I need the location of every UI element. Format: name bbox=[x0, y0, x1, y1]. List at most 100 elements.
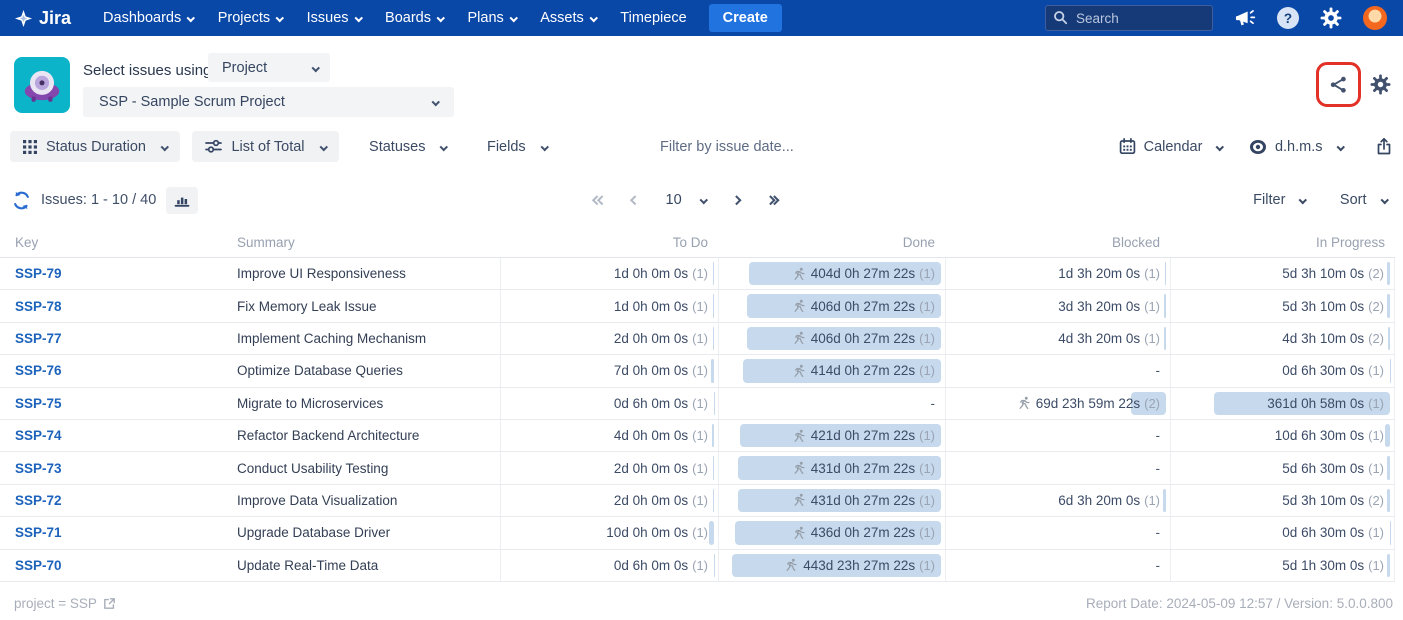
user-avatar[interactable] bbox=[1363, 6, 1387, 30]
cell-in-progress: 5d 3h 10m 0s(2) bbox=[1170, 290, 1395, 321]
cell-summary: Conduct Usability Testing bbox=[230, 452, 500, 483]
navbar-menu-plans[interactable]: Plans bbox=[457, 4, 526, 32]
issue-source-value: Project bbox=[222, 60, 267, 76]
issue-key-link[interactable]: SSP-76 bbox=[15, 363, 62, 378]
issues-table: KeySummaryTo DoDoneBlockedIn Progress SS… bbox=[0, 228, 1395, 582]
issue-key-link[interactable]: SSP-71 bbox=[15, 525, 62, 540]
cell-in-progress: 4d 3h 10m 0s(2) bbox=[1170, 323, 1395, 354]
cell-summary: Migrate to Microservices bbox=[230, 388, 500, 419]
cell-blocked: 4d 3h 20m 0s(1) bbox=[945, 323, 1170, 354]
sort-dropdown[interactable]: Sort bbox=[1340, 192, 1387, 208]
issues-range-label: Issues: 1 - 10 / 40 bbox=[41, 192, 156, 208]
cell-done: 414d 0h 27m 22s(1) bbox=[718, 355, 945, 386]
navbar-right: ? bbox=[1045, 5, 1403, 31]
runner-icon bbox=[792, 364, 806, 378]
navbar-menu-dashboards[interactable]: Dashboards bbox=[93, 4, 204, 32]
create-button[interactable]: Create bbox=[709, 4, 782, 32]
page-size-value: 10 bbox=[666, 192, 682, 208]
navbar-menus: DashboardsProjectsIssuesBoardsPlansAsset… bbox=[93, 4, 697, 32]
cell-blocked: - bbox=[945, 420, 1170, 451]
search-input[interactable] bbox=[1045, 5, 1213, 31]
issues-table-body: SSP-79 Improve UI Responsiveness 1d 0h 0… bbox=[0, 258, 1395, 582]
issue-date-filter-input[interactable] bbox=[660, 133, 880, 161]
cell-blocked: - bbox=[945, 355, 1170, 386]
share-button[interactable] bbox=[1328, 74, 1349, 95]
navbar-menu-assets[interactable]: Assets bbox=[530, 4, 606, 32]
cell-blocked: - bbox=[945, 452, 1170, 483]
table-header: KeySummaryTo DoDoneBlockedIn Progress bbox=[0, 228, 1395, 258]
chevron-down-icon bbox=[437, 14, 445, 22]
help-icon[interactable]: ? bbox=[1277, 7, 1299, 29]
issue-source-dropdown[interactable]: Project bbox=[208, 53, 330, 82]
runner-icon bbox=[792, 331, 806, 345]
jira-logo[interactable]: Jira bbox=[0, 8, 93, 29]
chart-view-button[interactable] bbox=[166, 187, 198, 214]
column-header-summary: Summary bbox=[230, 235, 500, 250]
issue-key-link[interactable]: SSP-74 bbox=[15, 428, 62, 443]
cell-key: SSP-77 bbox=[0, 323, 230, 354]
table-row: SSP-74 Refactor Backend Architecture 4d … bbox=[0, 420, 1395, 452]
last-page-button[interactable] bbox=[767, 197, 778, 204]
navbar-menu-issues[interactable]: Issues bbox=[297, 4, 371, 32]
external-link-icon[interactable] bbox=[103, 597, 116, 610]
navbar-left: Jira DashboardsProjectsIssuesBoardsPlans… bbox=[0, 0, 782, 36]
chevron-down-icon bbox=[510, 14, 518, 22]
announcement-icon[interactable] bbox=[1234, 8, 1256, 28]
issue-key-link[interactable]: SSP-72 bbox=[15, 493, 62, 508]
jql-footer: project = SSP bbox=[14, 596, 116, 611]
first-page-button[interactable] bbox=[594, 197, 605, 204]
cell-summary: Update Real-Time Data bbox=[230, 550, 500, 581]
report-type-dropdown[interactable]: Status Duration bbox=[10, 131, 180, 162]
export-icon[interactable] bbox=[1375, 137, 1393, 156]
view-mode-dropdown[interactable]: List of Total bbox=[192, 131, 339, 162]
project-dropdown[interactable]: SSP - Sample Scrum Project bbox=[83, 87, 454, 117]
cell-done: 406d 0h 27m 22s(1) bbox=[718, 290, 945, 321]
project-avatar-icon bbox=[19, 62, 65, 108]
statuses-dropdown[interactable]: Statuses bbox=[359, 131, 457, 162]
duration-bar bbox=[1164, 294, 1166, 317]
issue-key-link[interactable]: SSP-77 bbox=[15, 331, 62, 346]
filter-dropdown[interactable]: Filter bbox=[1253, 192, 1306, 208]
cell-summary: Fix Memory Leak Issue bbox=[230, 290, 500, 321]
duration-bar bbox=[713, 327, 714, 350]
time-format-dropdown[interactable]: d.h.m.s bbox=[1249, 138, 1343, 156]
navbar-menu-boards[interactable]: Boards bbox=[375, 4, 453, 32]
runner-icon bbox=[784, 558, 798, 572]
cell-to-do: 4d 0h 0m 0s(1) bbox=[500, 420, 718, 451]
settings-gear-icon[interactable] bbox=[1320, 7, 1342, 29]
issue-key-link[interactable]: SSP-73 bbox=[15, 461, 62, 476]
fields-dropdown[interactable]: Fields bbox=[477, 131, 557, 162]
table-row: SSP-78 Fix Memory Leak Issue 1d 0h 0m 0s… bbox=[0, 290, 1395, 322]
calendar-dropdown[interactable]: Calendar bbox=[1119, 138, 1223, 155]
table-row: SSP-76 Optimize Database Queries 7d 0h 0… bbox=[0, 355, 1395, 387]
issue-key-link[interactable]: SSP-78 bbox=[15, 299, 62, 314]
report-settings-gear-icon[interactable] bbox=[1370, 74, 1391, 95]
navbar-menu-timepiece[interactable]: Timepiece bbox=[610, 4, 696, 32]
report-info: Report Date: 2024-05-09 12:57 / Version:… bbox=[1086, 596, 1393, 611]
cell-key: SSP-73 bbox=[0, 452, 230, 483]
duration-bar bbox=[1165, 262, 1166, 285]
red-annotation-ring bbox=[1316, 62, 1361, 107]
navbar-menu-projects[interactable]: Projects bbox=[208, 4, 293, 32]
time-format-value: d.h.m.s bbox=[1275, 139, 1323, 155]
duration-bar bbox=[711, 359, 714, 382]
issue-key-link[interactable]: SSP-79 bbox=[15, 266, 62, 281]
cell-done: 443d 23h 27m 22s(1) bbox=[718, 550, 945, 581]
next-page-button[interactable] bbox=[733, 197, 740, 204]
previous-page-button[interactable] bbox=[632, 197, 639, 204]
project-avatar bbox=[14, 57, 70, 113]
sliders-icon bbox=[205, 139, 222, 154]
runner-icon bbox=[792, 493, 806, 507]
issue-key-link[interactable]: SSP-70 bbox=[15, 558, 62, 573]
page-size-dropdown[interactable]: 10 bbox=[666, 192, 707, 208]
column-header-key: Key bbox=[0, 235, 230, 250]
filter-label: Filter bbox=[1253, 192, 1285, 208]
table-row: SSP-75 Migrate to Microservices 0d 6h 0m… bbox=[0, 388, 1395, 420]
issue-key-link[interactable]: SSP-75 bbox=[15, 396, 62, 411]
cell-key: SSP-78 bbox=[0, 290, 230, 321]
runner-icon bbox=[792, 526, 806, 540]
report-type-value: Status Duration bbox=[46, 139, 146, 155]
refresh-icon[interactable] bbox=[12, 191, 31, 210]
duration-bar bbox=[1387, 489, 1390, 512]
cell-to-do: 2d 0h 0m 0s(1) bbox=[500, 485, 718, 516]
